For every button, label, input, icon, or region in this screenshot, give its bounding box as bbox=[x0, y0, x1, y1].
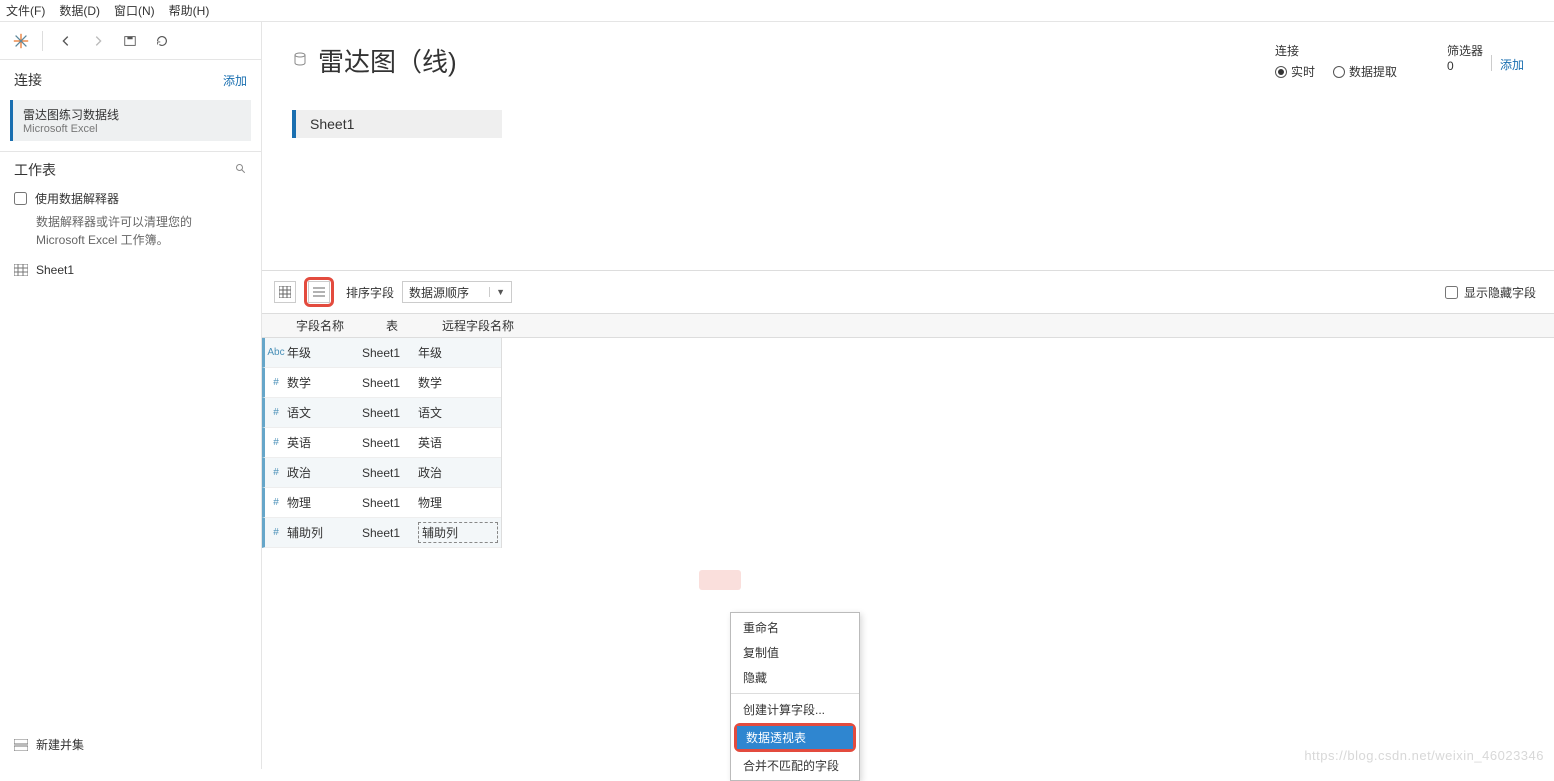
menu-file[interactable]: 文件(F) bbox=[6, 2, 45, 19]
highlight-overlay bbox=[699, 570, 741, 590]
filters-block: 筛选器 0 添加 bbox=[1447, 42, 1524, 73]
connection-mode: 连接 实时 数据提取 bbox=[1275, 42, 1397, 80]
menubar: 文件(F) 数据(D) 窗口(N) 帮助(H) bbox=[0, 0, 1554, 22]
ctx-separator bbox=[731, 693, 859, 694]
chevron-down-icon: ▼ bbox=[489, 287, 505, 297]
connection-type: Microsoft Excel bbox=[23, 123, 241, 135]
ctx-copy-value[interactable]: 复制值 bbox=[731, 640, 859, 665]
search-icon[interactable] bbox=[235, 163, 247, 178]
table-row[interactable]: # 数学 Sheet1 数学 bbox=[262, 368, 501, 398]
type-number-icon: # bbox=[265, 497, 287, 508]
type-number-icon: # bbox=[265, 467, 287, 478]
table-row[interactable]: # 辅助列 Sheet1 辅助列 bbox=[262, 518, 501, 548]
ctx-hide[interactable]: 隐藏 bbox=[731, 665, 859, 690]
sheet-item[interactable]: Sheet1 bbox=[0, 259, 261, 281]
table-row[interactable]: # 英语 Sheet1 英语 bbox=[262, 428, 501, 458]
field-table-header: 字段名称 表 远程字段名称 bbox=[262, 314, 1554, 338]
show-hidden-fields[interactable]: 显示隐藏字段 bbox=[1445, 284, 1536, 301]
table-row[interactable]: # 语文 Sheet1 语文 bbox=[262, 398, 501, 428]
content-area: 雷达图（线) 连接 实时 数据提取 筛选器 0 添加 bbox=[262, 22, 1554, 769]
sort-label: 排序字段 bbox=[346, 284, 394, 301]
col-fieldname: 字段名称 bbox=[286, 317, 386, 334]
show-hidden-checkbox[interactable] bbox=[1445, 286, 1458, 299]
type-abc-icon: Abc bbox=[265, 347, 287, 358]
sheet-icon bbox=[14, 264, 28, 276]
ctx-pivot-highlight: 数据透视表 bbox=[734, 723, 856, 752]
database-icon bbox=[292, 52, 308, 68]
field-table: 字段名称 表 远程字段名称 Abc 年级 Sheet1 年级 # 数学 Shee… bbox=[262, 313, 1554, 548]
add-connection-link[interactable]: 添加 bbox=[223, 72, 247, 89]
canvas-sheet-pill[interactable]: Sheet1 bbox=[292, 110, 502, 138]
refresh-button[interactable] bbox=[151, 30, 173, 52]
table-row[interactable]: Abc 年级 Sheet1 年级 bbox=[262, 338, 501, 368]
new-union-button[interactable]: 新建并集 bbox=[0, 728, 261, 769]
field-table-body: Abc 年级 Sheet1 年级 # 数学 Sheet1 数学 # 语文 She… bbox=[262, 338, 502, 548]
save-button[interactable] bbox=[119, 30, 141, 52]
sheet-label: Sheet1 bbox=[36, 263, 74, 277]
grid-icon bbox=[279, 286, 291, 298]
connection-name: 雷达图练习数据线 bbox=[23, 106, 241, 123]
ctx-merge-fields[interactable]: 合并不匹配的字段 bbox=[731, 753, 859, 778]
page-title[interactable]: 雷达图（线) bbox=[318, 42, 1275, 79]
table-row[interactable]: # 政治 Sheet1 政治 bbox=[262, 458, 501, 488]
grid-view-button[interactable] bbox=[274, 281, 296, 303]
list-view-highlight bbox=[304, 277, 334, 307]
col-remote: 远程字段名称 bbox=[442, 317, 522, 334]
connections-title: 连接 bbox=[14, 70, 42, 90]
forward-button[interactable] bbox=[87, 30, 109, 52]
type-number-icon: # bbox=[265, 527, 287, 538]
radio-dot bbox=[1333, 66, 1345, 78]
list-view-button[interactable] bbox=[308, 281, 330, 303]
list-icon bbox=[313, 286, 325, 298]
tableau-logo-icon bbox=[12, 32, 30, 50]
connection-item[interactable]: 雷达图练习数据线 Microsoft Excel bbox=[10, 100, 251, 141]
worksheets-title: 工作表 bbox=[14, 160, 56, 180]
conn-mode-label: 连接 bbox=[1275, 42, 1397, 59]
type-number-icon: # bbox=[265, 437, 287, 448]
join-canvas[interactable]: Sheet1 bbox=[262, 90, 1554, 270]
sidebar: 连接 添加 雷达图练习数据线 Microsoft Excel 工作表 使用数据解… bbox=[0, 22, 262, 769]
filters-label: 筛选器 bbox=[1447, 42, 1483, 59]
menu-window[interactable]: 窗口(N) bbox=[114, 2, 155, 19]
datasource-header: 雷达图（线) 连接 实时 数据提取 筛选器 0 添加 bbox=[262, 22, 1554, 90]
interp-hint: 数据解释器或许可以清理您的 Microsoft Excel 工作簿。 bbox=[14, 207, 204, 249]
type-number-icon: # bbox=[265, 407, 287, 418]
menu-help[interactable]: 帮助(H) bbox=[169, 2, 210, 19]
watermark: https://blog.csdn.net/weixin_46023346 bbox=[1304, 748, 1544, 763]
radio-extract[interactable]: 数据提取 bbox=[1333, 63, 1397, 80]
sort-select[interactable]: 数据源顺序 ▼ bbox=[402, 281, 512, 303]
radio-live[interactable]: 实时 bbox=[1275, 63, 1315, 80]
col-table: 表 bbox=[386, 317, 442, 334]
ctx-create-calc-field[interactable]: 创建计算字段... bbox=[731, 697, 859, 722]
union-icon bbox=[14, 739, 28, 751]
filters-count: 0 bbox=[1447, 59, 1454, 73]
union-label: 新建并集 bbox=[36, 736, 84, 753]
interp-checkbox-input[interactable] bbox=[14, 192, 27, 205]
data-interpreter: 使用数据解释器 数据解释器或许可以清理您的 Microsoft Excel 工作… bbox=[0, 186, 261, 259]
table-row[interactable]: # 物理 Sheet1 物理 bbox=[262, 488, 501, 518]
type-number-icon: # bbox=[265, 377, 287, 388]
sidebar-toolbar bbox=[0, 22, 261, 60]
grid-toolbar: 排序字段 数据源顺序 ▼ 显示隐藏字段 bbox=[262, 270, 1554, 313]
ctx-rename[interactable]: 重命名 bbox=[731, 615, 859, 640]
filters-add-link[interactable]: 添加 bbox=[1500, 56, 1524, 73]
data-interpreter-checkbox[interactable]: 使用数据解释器 bbox=[14, 190, 247, 207]
radio-dot-selected bbox=[1275, 66, 1287, 78]
context-menu: 重命名 复制值 隐藏 创建计算字段... 数据透视表 合并不匹配的字段 bbox=[730, 612, 860, 781]
remote-editing-cell[interactable]: 辅助列 bbox=[418, 522, 498, 543]
back-button[interactable] bbox=[55, 30, 77, 52]
worksheets-header: 工作表 bbox=[0, 151, 261, 186]
connections-header: 连接 添加 bbox=[0, 60, 261, 96]
menu-data[interactable]: 数据(D) bbox=[59, 2, 100, 19]
ctx-pivot-table[interactable]: 数据透视表 bbox=[737, 726, 853, 749]
